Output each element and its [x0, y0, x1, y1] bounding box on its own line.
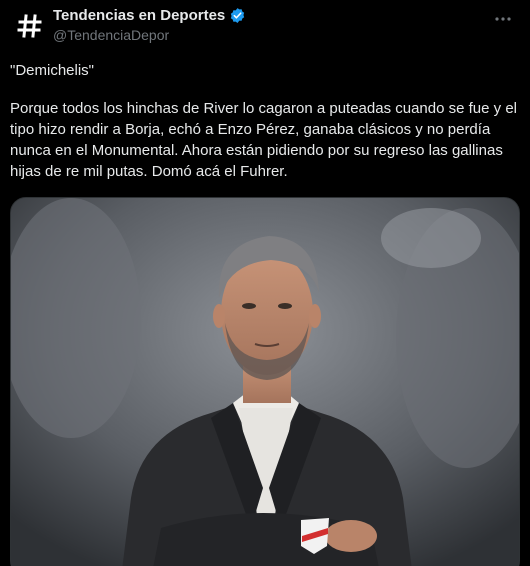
user-handle[interactable]: @TendenciaDepor	[53, 27, 246, 43]
avatar[interactable]	[10, 6, 50, 46]
verified-badge-icon	[231, 8, 245, 23]
display-name[interactable]: Tendencias en Deportes	[53, 7, 225, 24]
more-options-icon[interactable]	[494, 10, 512, 28]
name-row: Tendencias en Deportes	[53, 7, 246, 24]
tweet-text: "Demichelis" Porque todos los hinchas de…	[10, 60, 526, 182]
tweet-header: Tendencias en Deportes @TendenciaDepor	[10, 6, 520, 46]
photo-coach	[11, 198, 519, 566]
tweet: Tendencias en Deportes @TendenciaDepor "…	[0, 0, 530, 566]
tweet-quote-line: "Demichelis"	[10, 62, 95, 79]
tweet-media-photo[interactable]	[10, 197, 520, 566]
author-info: Tendencias en Deportes @TendenciaDepor	[53, 7, 246, 43]
tweet-body: Porque todos los hinchas de River lo cag…	[10, 100, 522, 180]
hashtag-icon	[17, 14, 42, 38]
